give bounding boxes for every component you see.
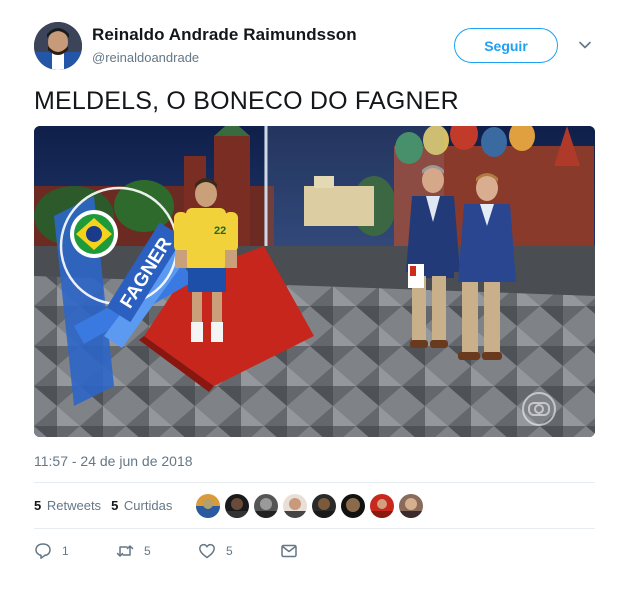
likes-label: Curtidas — [123, 498, 173, 513]
liker-avatar[interactable] — [370, 494, 394, 518]
liker-avatar[interactable] — [254, 494, 278, 518]
tweet-stats: 5 Retweets 5 Curtidas — [34, 498, 182, 513]
tweet-text: MELDELS, O BONECO DO FAGNER — [34, 87, 459, 115]
author-handle[interactable]: @reinaldoandrade — [92, 50, 199, 65]
follow-button[interactable]: Seguir — [454, 28, 558, 63]
tweet-timestamp[interactable]: 11:57 - 24 de jun de 2018 — [34, 453, 193, 469]
liker-avatar[interactable] — [196, 494, 220, 518]
reply-icon[interactable] — [34, 542, 52, 560]
jersey-number: 22 — [214, 225, 226, 237]
tweet-card: Reinaldo Andrade Raimundsson @reinaldoan… — [0, 0, 623, 590]
author-name[interactable]: Reinaldo Andrade Raimundsson — [92, 25, 357, 45]
divider-top — [34, 482, 595, 483]
likers-avatars — [196, 494, 428, 518]
heart-icon[interactable] — [198, 542, 216, 560]
reply-action[interactable]: 1 — [34, 542, 116, 560]
like-count: 5 — [226, 544, 233, 558]
retweet-action[interactable]: 5 — [116, 542, 198, 560]
retweet-icon[interactable] — [116, 542, 134, 560]
retweets-label: Retweets — [46, 498, 102, 513]
reply-count: 1 — [62, 544, 69, 558]
liker-avatar[interactable] — [312, 494, 336, 518]
liker-avatar[interactable] — [399, 494, 423, 518]
tweet-media-image[interactable]: FAGNER 22 — [34, 126, 595, 437]
envelope-icon[interactable] — [280, 542, 298, 560]
likes-count: 5 — [111, 498, 119, 513]
likes-stat[interactable]: 5 Curtidas — [111, 498, 172, 513]
like-action[interactable]: 5 — [198, 542, 280, 560]
direct-message-action[interactable] — [280, 542, 362, 560]
divider-bottom — [34, 528, 595, 529]
chevron-down-icon[interactable] — [578, 38, 592, 52]
tweet-actions: 1 5 5 — [34, 542, 362, 560]
retweets-stat[interactable]: 5 Retweets — [34, 498, 101, 513]
liker-avatar[interactable] — [225, 494, 249, 518]
retweet-count: 5 — [144, 544, 151, 558]
liker-avatar[interactable] — [283, 494, 307, 518]
author-avatar[interactable] — [34, 22, 82, 70]
liker-avatar[interactable] — [341, 494, 365, 518]
retweets-count: 5 — [34, 498, 42, 513]
